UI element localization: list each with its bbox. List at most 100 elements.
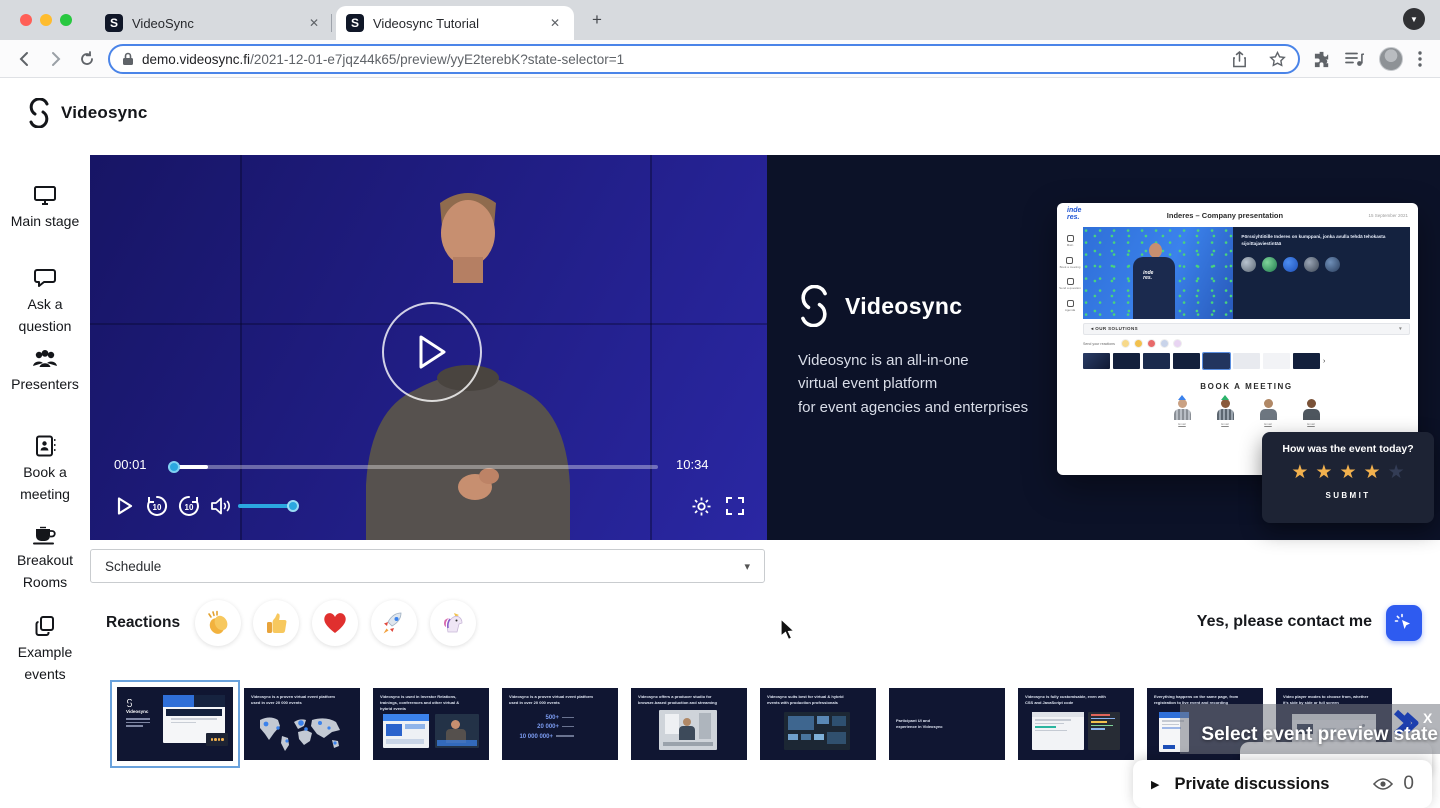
event-title: Inderes – Company presentation xyxy=(1081,211,1368,220)
play-button[interactable] xyxy=(112,493,138,519)
bookmark-star-icon[interactable] xyxy=(1269,51,1286,67)
slide-thumbnail-selected[interactable]: Videosync xyxy=(110,680,240,768)
schedule-dropdown[interactable]: Schedule ▾ xyxy=(90,549,765,583)
settings-button[interactable] xyxy=(688,493,714,519)
contact-me-label: Yes, please contact me xyxy=(1197,613,1372,631)
share-icon[interactable] xyxy=(1232,51,1247,68)
expand-triangle-icon[interactable]: ▶ xyxy=(1151,778,1159,791)
slide-thumbnail-5[interactable]: Videosync offers a producer studio for b… xyxy=(631,688,747,760)
mini-presenter-photo: inderes. xyxy=(1083,227,1233,319)
window-close-button[interactable] xyxy=(20,14,32,26)
monitor-icon xyxy=(33,185,57,206)
sidebar-item-main-stage[interactable]: Main stage xyxy=(0,185,90,233)
slide-thumbnail-3[interactable]: Videosync is used in Investor Relations,… xyxy=(373,688,489,760)
progress-bar[interactable] xyxy=(168,465,658,469)
mini-sidebar: Main Book a meeting Send a question Agen… xyxy=(1057,227,1083,426)
event-rating-widget: How was the event today? ★ ★ ★ ★ ★ SUBMI… xyxy=(1262,432,1434,523)
star-icon[interactable]: ★ xyxy=(1339,463,1356,482)
sidebar-item-breakout-rooms[interactable]: Breakout Rooms xyxy=(0,525,90,593)
slide-thumbnail-2[interactable]: Videosync is a proven virtual event plat… xyxy=(244,688,360,760)
videosync-s-icon xyxy=(26,98,52,128)
rating-submit-button[interactable]: SUBMIT xyxy=(1325,491,1370,500)
play-icon xyxy=(417,335,447,369)
mini-avatars: Email Email Email Email xyxy=(1083,399,1410,426)
tab-search-button[interactable]: ▼ xyxy=(1403,8,1425,30)
fullscreen-button[interactable] xyxy=(722,493,748,519)
reaction-rocket-button[interactable] xyxy=(371,600,417,646)
tab-videosync[interactable]: S VideoSync ✕ xyxy=(95,6,333,40)
slide-thumbnail-7[interactable]: Participant UI and experience in Videosy… xyxy=(889,688,1005,760)
profile-avatar[interactable] xyxy=(1379,47,1403,71)
private-discussions-panel[interactable]: ▶ Private discussions 0 xyxy=(1133,760,1432,808)
brand-title: Videosync xyxy=(845,293,962,320)
tab-close-icon[interactable]: ✕ xyxy=(546,14,564,32)
rewind-10-button[interactable]: 10 xyxy=(144,493,170,519)
menu-dots-icon[interactable] xyxy=(1417,50,1423,68)
new-tab-button[interactable]: + xyxy=(586,8,608,32)
forward-button[interactable] xyxy=(44,48,66,70)
reaction-unicorn-button[interactable] xyxy=(430,600,476,646)
lock-icon xyxy=(122,52,134,66)
back-button[interactable] xyxy=(14,48,36,70)
slide-thumbnail-4[interactable]: Videosync is a proven virtual event plat… xyxy=(502,688,618,760)
reload-button[interactable] xyxy=(76,48,98,70)
reaction-heart-button[interactable] xyxy=(312,600,358,646)
progress-scrubber[interactable] xyxy=(168,461,180,473)
tab-title: VideoSync xyxy=(132,16,305,31)
sidebar-item-example-events[interactable]: Example events xyxy=(0,615,90,685)
contact-book-icon xyxy=(34,435,56,457)
sidebar-label: Presenters xyxy=(3,374,87,396)
rating-question: How was the event today? xyxy=(1282,443,1413,455)
mini-video-row: inderes. Pörssiyhtiöille Inderes on kump… xyxy=(1083,227,1410,319)
brand-tagline: Videosync is an all-in-one virtual event… xyxy=(798,349,1096,419)
rocket-icon xyxy=(381,610,407,636)
schedule-label: Schedule xyxy=(105,559,744,574)
video-player[interactable]: 00:01 10:34 10 10 xyxy=(90,155,767,540)
mini-slide: Pörssiyhtiöille Inderes on kumppani, jon… xyxy=(1233,227,1410,319)
tab-favicon: S xyxy=(346,14,364,32)
volume-knob[interactable] xyxy=(287,500,299,512)
tab-videosync-tutorial[interactable]: S Videosync Tutorial ✕ xyxy=(336,6,574,40)
private-discussions-title: Private discussions xyxy=(1174,775,1373,794)
logo-text: Videosync xyxy=(61,103,148,123)
sidebar-item-ask-question[interactable]: Ask a question xyxy=(0,267,90,337)
star-icon-empty[interactable]: ★ xyxy=(1388,463,1405,482)
sidebar-item-book-meeting[interactable]: Book a meeting xyxy=(0,435,90,505)
star-icon[interactable]: ★ xyxy=(1364,463,1381,482)
star-icon[interactable]: ★ xyxy=(1291,463,1308,482)
slide-thumbnail-8[interactable]: Videosync is fully customisable, even wi… xyxy=(1018,688,1134,760)
contact-me-button[interactable] xyxy=(1386,605,1422,641)
speech-bubble-icon xyxy=(33,267,57,289)
tab-separator xyxy=(331,14,332,32)
sidebar-item-presenters[interactable]: Presenters xyxy=(0,349,90,396)
extensions-puzzle-icon[interactable] xyxy=(1313,50,1331,68)
preview-state-title: Select event preview state xyxy=(1201,724,1438,746)
tab-favicon: S xyxy=(105,14,123,32)
clap-icon xyxy=(205,610,231,636)
forward-10-button[interactable]: 10 xyxy=(176,493,202,519)
volume-button[interactable] xyxy=(208,493,234,519)
media-queue-icon[interactable] xyxy=(1345,51,1365,67)
rating-stars: ★ ★ ★ ★ ★ xyxy=(1291,463,1404,482)
heart-icon xyxy=(322,611,348,635)
reaction-clap-button[interactable] xyxy=(195,600,241,646)
url-bar[interactable]: demo.videosync.fi/2021-12-01-e7jqz44k65/… xyxy=(108,44,1300,74)
url-path: /2021-12-01-e7jqz44k65/preview/yyE2tereb… xyxy=(250,52,624,67)
sidebar-label: Example events xyxy=(3,642,87,685)
tab-close-icon[interactable]: ✕ xyxy=(305,14,323,32)
viewer-count: 0 xyxy=(1403,773,1414,795)
reaction-thumbs-up-button[interactable] xyxy=(253,600,299,646)
url-text: demo.videosync.fi/2021-12-01-e7jqz44k65/… xyxy=(142,52,1232,67)
play-overlay-button[interactable] xyxy=(382,302,482,402)
duration: 10:34 xyxy=(676,457,709,472)
window-zoom-button[interactable] xyxy=(60,14,72,26)
slide-thumbnail-1: Videosync xyxy=(117,687,233,761)
volume-slider[interactable] xyxy=(238,504,294,508)
star-icon[interactable]: ★ xyxy=(1315,463,1332,482)
window-minimize-button[interactable] xyxy=(40,14,52,26)
copy-pages-icon xyxy=(34,615,56,637)
slide-thumbnail-6[interactable]: Videosync suits best for virtual & hybri… xyxy=(760,688,876,760)
mini-solutions-bar: ◂ OUR SOLUTIONS▾ xyxy=(1083,323,1410,335)
videosync-logo[interactable]: Videosync xyxy=(26,98,148,128)
tab-strip: S VideoSync ✕ S Videosync Tutorial ✕ + ▼ xyxy=(0,0,1440,40)
